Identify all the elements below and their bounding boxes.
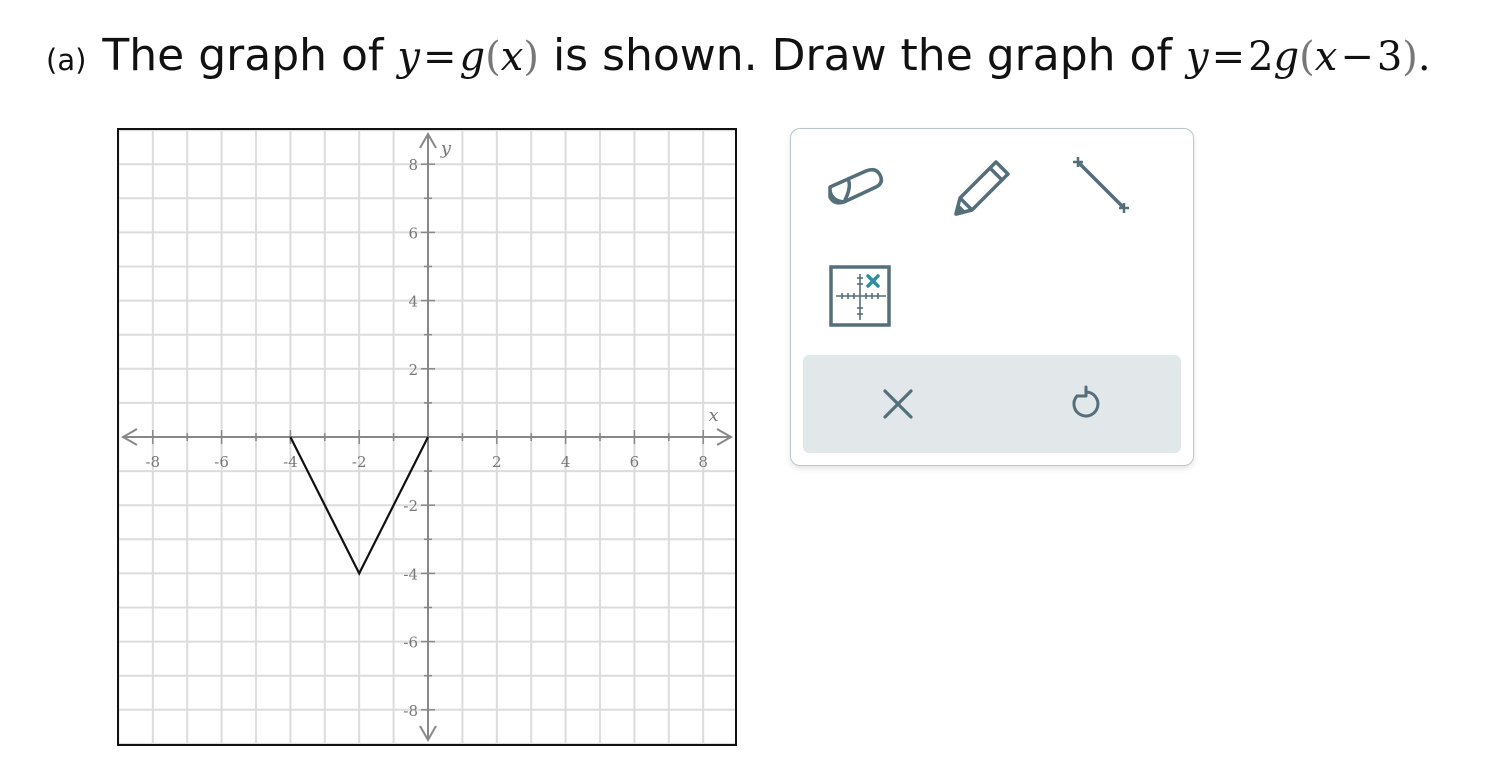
y-tick-label: -4 bbox=[403, 565, 418, 583]
line-tool-button[interactable] bbox=[1061, 149, 1141, 225]
eraser-icon bbox=[828, 167, 884, 205]
x-tick-label: -8 bbox=[145, 453, 160, 471]
undo-button[interactable] bbox=[1049, 367, 1123, 441]
y-tick-label: 4 bbox=[408, 293, 418, 311]
pencil-tool-button[interactable] bbox=[941, 149, 1021, 225]
x-tick-label: 2 bbox=[492, 453, 502, 471]
close-icon bbox=[883, 389, 913, 419]
x-tick-label: 4 bbox=[561, 453, 571, 471]
part-label: (a) bbox=[46, 43, 87, 77]
x-tick-label: 6 bbox=[630, 453, 640, 471]
y-tick-label: 6 bbox=[408, 224, 418, 242]
line-segment-icon bbox=[1073, 157, 1129, 213]
x-tick-label: -2 bbox=[352, 453, 367, 471]
x-tick-label: -4 bbox=[283, 453, 298, 471]
math-expression-given: y=g(x) bbox=[397, 34, 539, 80]
prompt-text-middle: is shown. Draw the graph of bbox=[552, 30, 1172, 81]
clear-button[interactable] bbox=[861, 367, 935, 441]
x-axis-label: x bbox=[708, 405, 718, 426]
point-tool-button[interactable] bbox=[821, 259, 901, 335]
eraser-tool-button[interactable] bbox=[817, 149, 897, 225]
undo-icon bbox=[1072, 385, 1100, 418]
y-tick-label: -2 bbox=[403, 497, 418, 515]
y-tick-label: 8 bbox=[408, 156, 418, 174]
question-prompt: (a) The graph of y=g(x) is shown. Draw t… bbox=[46, 30, 1445, 94]
y-tick-label: -8 bbox=[403, 702, 418, 720]
x-tick-label: 8 bbox=[698, 453, 708, 471]
graphing-area[interactable]: -8 -6 -4 -2 2 4 6 8 8 6 4 2 -2 -4 -6 -8 x y bbox=[117, 128, 737, 746]
pencil-icon bbox=[954, 160, 1010, 216]
coordinate-plane[interactable]: -8 -6 -4 -2 2 4 6 8 8 6 4 2 -2 -4 -6 -8 x y bbox=[119, 130, 735, 744]
tool-palette bbox=[790, 128, 1194, 466]
y-tick-label: 2 bbox=[408, 361, 418, 379]
y-tick-label: -6 bbox=[403, 634, 418, 652]
action-bar bbox=[803, 355, 1181, 453]
math-expression-target: y=2g(x−3). bbox=[1185, 34, 1431, 80]
y-axis-label: y bbox=[440, 138, 452, 159]
prompt-text-before: The graph of bbox=[102, 30, 384, 81]
x-tick-label: -6 bbox=[214, 453, 229, 471]
graph-point-icon bbox=[829, 265, 891, 327]
